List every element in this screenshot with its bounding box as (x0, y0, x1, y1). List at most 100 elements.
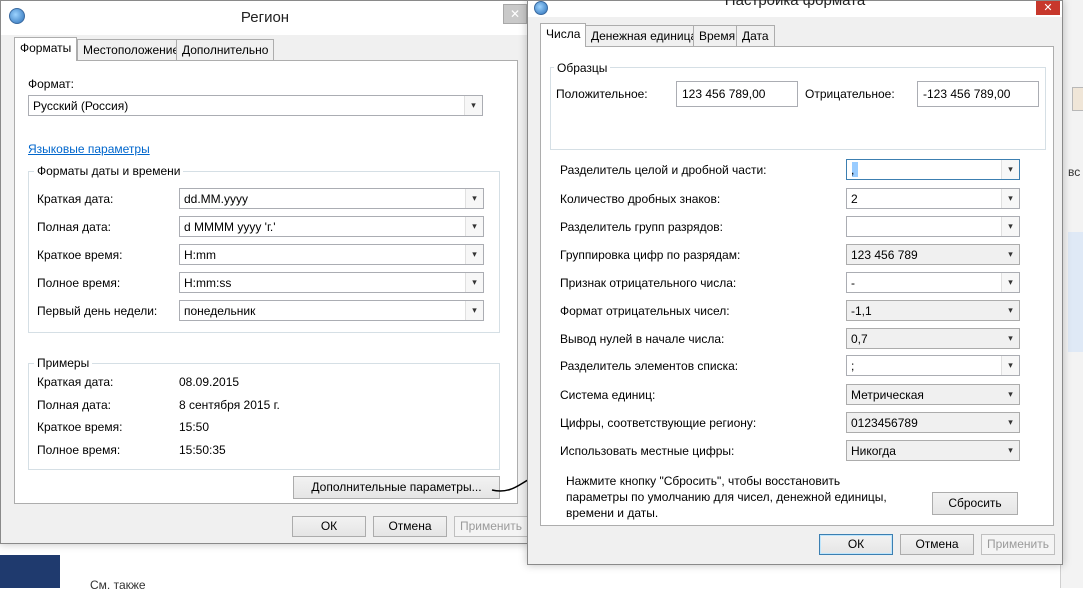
short-time-value: H:mm (184, 248, 216, 262)
chevron-down-icon: ▾ (1001, 217, 1019, 236)
tab-date[interactable]: Дата (736, 25, 775, 46)
region-apply-button[interactable]: Применить (454, 516, 528, 537)
datetime-group-title: Форматы даты и времени (34, 164, 184, 178)
datetime-row-label: Краткая дата: (37, 192, 114, 206)
format-ok-button[interactable]: ОК (819, 534, 893, 555)
format-combo[interactable]: Русский (Россия) ▾ (28, 95, 483, 116)
background-panel (0, 542, 530, 588)
row-label: Цифры, соответствующие региону: (560, 416, 757, 430)
measurement-system-combo[interactable]: Метрическая ▾ (846, 384, 1020, 405)
example-label: Краткое время: (37, 420, 123, 434)
examples-group-title: Примеры (34, 356, 93, 370)
format-value: Русский (Россия) (33, 99, 129, 113)
row-label: Использовать местные цифры: (560, 444, 735, 458)
negative-format-combo[interactable]: -1,1 ▾ (846, 300, 1020, 321)
region-close-icon[interactable]: ✕ (503, 4, 527, 24)
region-cancel-button[interactable]: Отмена (373, 516, 447, 537)
chevron-down-icon: ▾ (1001, 273, 1019, 292)
example-value: 15:50 (179, 420, 210, 434)
measurement-system-value: Метрическая (851, 388, 924, 402)
long-time-value: H:mm:ss (184, 276, 232, 290)
positive-label: Положительное: (556, 87, 648, 101)
negative-format-value: -1,1 (851, 304, 872, 318)
chevron-down-icon: ▾ (1002, 329, 1019, 348)
datetime-row-label: Первый день недели: (37, 304, 158, 318)
native-digits-value: 0123456789 (851, 416, 918, 430)
example-value: 15:50:35 (179, 443, 226, 457)
background-right-text: вс (1068, 165, 1081, 179)
region-ok-button[interactable]: ОК (292, 516, 366, 537)
reset-note-line: параметры по умолчанию для чисел, денежн… (566, 490, 887, 504)
short-time-combo[interactable]: H:mm ▾ (179, 244, 484, 265)
row-label: Разделитель групп разрядов: (560, 220, 723, 234)
format-label: Формат: (28, 77, 74, 91)
decimal-separator-combo[interactable]: , ▾ (846, 159, 1020, 180)
chevron-down-icon: ▾ (1001, 160, 1019, 179)
format-tab-panel: Образцы Положительное: 123 456 789,00 От… (540, 46, 1054, 526)
background-right-selection (1068, 232, 1083, 352)
first-day-combo[interactable]: понедельник ▾ (179, 300, 484, 321)
row-label: Система единиц: (560, 388, 656, 402)
tab-time[interactable]: Время (693, 25, 742, 46)
use-native-digits-combo[interactable]: Никогда ▾ (846, 440, 1020, 461)
list-separator-value: ; (851, 359, 855, 373)
long-date-combo[interactable]: d MMMM yyyy 'г.' ▾ (179, 216, 484, 237)
tab-location[interactable]: Местоположение (77, 39, 186, 60)
reset-note-line: Нажмите кнопку "Сбросить", чтобы восстан… (566, 474, 841, 488)
chevron-down-icon: ▾ (1002, 385, 1019, 404)
example-value: 8 сентября 2015 г. (179, 398, 280, 412)
native-digits-combo[interactable]: 0123456789 ▾ (846, 412, 1020, 433)
row-label: Группировка цифр по разрядам: (560, 248, 741, 262)
region-window: Регион ✕ Форматы Местоположение Дополнит… (0, 0, 530, 544)
datetime-row-label: Полное время: (37, 276, 121, 290)
group-separator-combo[interactable]: ▾ (846, 216, 1020, 237)
region-title: Регион (240, 9, 290, 26)
list-separator-combo[interactable]: ; ▾ (846, 355, 1020, 376)
chevron-down-icon: ▾ (1002, 301, 1019, 320)
chevron-down-icon: ▾ (1002, 413, 1019, 432)
negative-sample-field: -123 456 789,00 (917, 81, 1039, 107)
format-title: Настройка формата (724, 0, 866, 9)
decimal-digits-combo[interactable]: 2 ▾ (846, 188, 1020, 209)
tab-formats[interactable]: Форматы (14, 37, 78, 61)
digit-grouping-combo[interactable]: 123 456 789 ▾ (846, 244, 1020, 265)
leading-zeros-value: 0,7 (851, 332, 868, 346)
region-tab-panel: Формат: Русский (Россия) ▾ Языковые пара… (14, 60, 518, 504)
negative-sign-combo[interactable]: - ▾ (846, 272, 1020, 293)
chevron-down-icon: ▾ (1002, 441, 1019, 460)
region-titlebar: Регион ✕ (1, 1, 529, 35)
format-close-icon[interactable]: ✕ (1036, 1, 1060, 15)
row-label: Признак отрицательного числа: (560, 276, 737, 290)
background-sidebar-strip (0, 555, 60, 588)
decimal-separator-value: , (851, 163, 855, 177)
short-date-combo[interactable]: dd.MM.yyyy ▾ (179, 188, 484, 209)
datetime-row-label: Краткое время: (37, 248, 123, 262)
row-label: Разделитель целой и дробной части: (560, 163, 767, 177)
reset-button[interactable]: Сбросить (932, 492, 1018, 515)
additional-settings-button[interactable]: Дополнительные параметры... (293, 476, 500, 499)
example-value: 08.09.2015 (179, 375, 240, 389)
format-cancel-button[interactable]: Отмена (900, 534, 974, 555)
chevron-down-icon: ▾ (1002, 245, 1019, 264)
chevron-down-icon: ▾ (465, 217, 483, 236)
long-time-combo[interactable]: H:mm:ss ▾ (179, 272, 484, 293)
positive-sample-field: 123 456 789,00 (676, 81, 798, 107)
example-label: Краткая дата: (37, 375, 114, 389)
tab-currency[interactable]: Денежная единица (585, 25, 704, 46)
tab-numbers[interactable]: Числа (540, 23, 587, 47)
background-right-button (1072, 87, 1083, 111)
row-label: Формат отрицательных чисел: (560, 304, 730, 318)
negative-sample-value: -123 456 789,00 (923, 87, 1011, 101)
example-label: Полное время: (37, 443, 121, 457)
tab-additional[interactable]: Дополнительно (176, 39, 275, 60)
example-label: Полная дата: (37, 398, 111, 412)
language-settings-link[interactable]: Языковые параметры (28, 142, 150, 156)
chevron-down-icon: ▾ (465, 301, 483, 320)
chevron-down-icon: ▾ (465, 273, 483, 292)
negative-sign-value: - (851, 276, 855, 290)
format-apply-button[interactable]: Применить (981, 534, 1055, 555)
samples-group-title: Образцы (554, 61, 611, 75)
see-also-text: См. также (90, 578, 146, 592)
leading-zeros-combo[interactable]: 0,7 ▾ (846, 328, 1020, 349)
format-settings-window: Настройка формата ✕ Числа Денежная едини… (527, 0, 1063, 565)
